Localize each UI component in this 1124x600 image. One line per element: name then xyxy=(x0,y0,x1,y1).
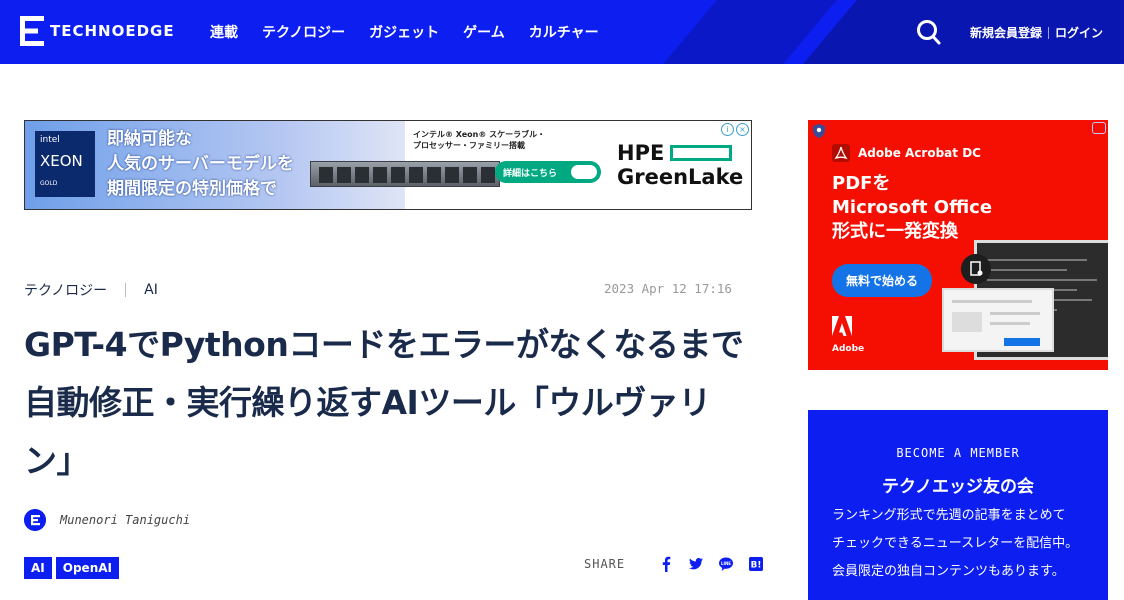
nav-item-culture[interactable]: カルチャー xyxy=(529,22,599,42)
badge-product: XEON xyxy=(40,152,83,170)
divider xyxy=(1048,26,1050,39)
banner-headline: 即納可能な 人気のサーバーモデルを 期間限定の特別価格で xyxy=(107,127,294,202)
tag-ai[interactable]: AI xyxy=(24,557,52,579)
twitter-icon[interactable] xyxy=(689,556,704,572)
line-icon[interactable]: LINE xyxy=(719,556,734,572)
ad-choices[interactable]: i × xyxy=(719,123,749,136)
acrobat-icon xyxy=(832,144,850,162)
author-avatar-icon xyxy=(24,509,46,531)
adobe-icon xyxy=(832,316,852,336)
search-icon[interactable] xyxy=(916,18,942,46)
intel-xeon-badge: intel XEON GOLD xyxy=(35,131,95,197)
banner-subtext: インテル® Xeon® スケーラブル・ プロセッサー・ファミリー搭載 xyxy=(413,129,545,151)
banner-headline-line: 人気のサーバーモデルを xyxy=(107,154,294,174)
logo-icon xyxy=(20,16,44,46)
adobe-logo-text: Adobe xyxy=(832,344,865,354)
member-kicker: BECOME A MEMBER xyxy=(896,446,1020,460)
arrow-icon xyxy=(571,165,597,179)
category-link[interactable]: テクノロジー xyxy=(24,280,107,300)
brand-line: GreenLake xyxy=(617,165,744,189)
adobe-logo: Adobe xyxy=(832,316,864,354)
info-icon[interactable]: i xyxy=(721,123,734,136)
banner-cta-button[interactable]: 詳細はこちら xyxy=(495,161,601,183)
logo-text: TECHNOEDGE xyxy=(50,22,175,40)
hpe-element-icon xyxy=(670,145,732,161)
ad-shield-icon xyxy=(813,124,825,138)
register-link[interactable]: 新規会員登録 xyxy=(970,24,1042,41)
facebook-icon[interactable] xyxy=(659,556,673,572)
nav-item-game[interactable]: ゲーム xyxy=(463,22,505,42)
banner-headline-line: 即納可能な xyxy=(107,129,192,149)
author[interactable]: Munenori Taniguchi xyxy=(24,509,190,531)
member-title: テクノエッジ友の会 xyxy=(882,477,1034,497)
nav-item-technology[interactable]: テクノロジー xyxy=(262,22,345,42)
banner-subtext-line: インテル® Xeon® スケーラブル・ xyxy=(413,130,546,139)
member-description-line: ランキング形式で先週の記事をまとめて xyxy=(832,508,1066,523)
account-links: 新規会員登録 ログイン xyxy=(970,24,1103,41)
member-description-line: チェックできるニュースレターを配信中。 xyxy=(832,536,1079,551)
svg-text:B!: B! xyxy=(751,561,762,571)
author-name[interactable]: Munenori Taniguchi xyxy=(60,513,190,527)
login-link[interactable]: ログイン xyxy=(1055,24,1103,41)
site-logo[interactable]: TECHNOEDGE xyxy=(20,16,175,46)
banner-subtext-line: プロセッサー・ファミリー搭載 xyxy=(413,141,525,150)
badge-brand: intel xyxy=(40,135,60,145)
share-bar: SHARE LINE B! xyxy=(584,556,764,572)
nav-item-series[interactable]: 連載 xyxy=(210,22,238,42)
dialog-image xyxy=(942,288,1054,352)
acrobat-brand-label: Adobe Acrobat DC xyxy=(858,146,981,160)
article-categories: テクノロジー AI xyxy=(24,280,158,300)
banner-headline-line: 期間限定の特別価格で xyxy=(107,179,277,199)
svg-text:LINE: LINE xyxy=(721,561,731,566)
subcategory-link[interactable]: AI xyxy=(144,282,158,298)
ad-choices-icon[interactable] xyxy=(1092,122,1106,134)
sidebar-ad[interactable]: Adobe Acrobat DC PDFを Microsoft Office 形… xyxy=(808,120,1108,370)
member-promo[interactable]: BECOME A MEMBER テクノエッジ友の会 ランキング形式で先週の記事を… xyxy=(808,410,1108,600)
main-nav: 連載 テクノロジー ガジェット ゲーム カルチャー xyxy=(210,22,623,42)
sidebar-ad-headline-line: 形式に一発変換 xyxy=(832,221,958,242)
sidebar-ad-headline-line: Microsoft Office xyxy=(832,197,993,218)
share-label: SHARE xyxy=(584,557,626,571)
close-icon[interactable]: × xyxy=(736,123,749,136)
server-image xyxy=(310,161,500,187)
member-description: ランキング形式で先週の記事をまとめて チェックできるニュースレターを配信中。 会… xyxy=(832,502,1102,586)
acrobat-brand: Adobe Acrobat DC xyxy=(832,144,981,162)
hatena-bookmark-icon[interactable]: B! xyxy=(749,556,764,572)
article-title: GPT-4でPythonコードをエラーがなくなるまで自動修正・実行繰り返すAIツ… xyxy=(24,325,744,480)
sidebar-ad-headline: PDFを Microsoft Office 形式に一発変換 xyxy=(832,172,992,244)
divider xyxy=(125,283,127,297)
member-description-line: 会員限定の独自コンテンツもあります。 xyxy=(832,564,1065,579)
publish-date: 2023 Apr 12 17:16 xyxy=(604,281,732,296)
banner-ad[interactable]: intel XEON GOLD 即納可能な 人気のサーバーモデルを 期間限定の特… xyxy=(24,120,752,210)
nav-item-gadget[interactable]: ガジェット xyxy=(369,22,439,42)
banner-cta-label: 詳細はこちら xyxy=(503,168,558,179)
sidebar-ad-headline-line: PDFを xyxy=(832,173,891,194)
tag-list: AI OpenAI xyxy=(24,557,123,579)
site-header: TECHNOEDGE 連載 テクノロジー ガジェット ゲーム カルチャー 新規会… xyxy=(0,0,1124,64)
free-start-button[interactable]: 無料で始める xyxy=(832,264,933,297)
tag-openai[interactable]: OpenAI xyxy=(55,557,119,579)
document-icon xyxy=(961,254,991,284)
badge-tier: GOLD xyxy=(40,180,58,187)
